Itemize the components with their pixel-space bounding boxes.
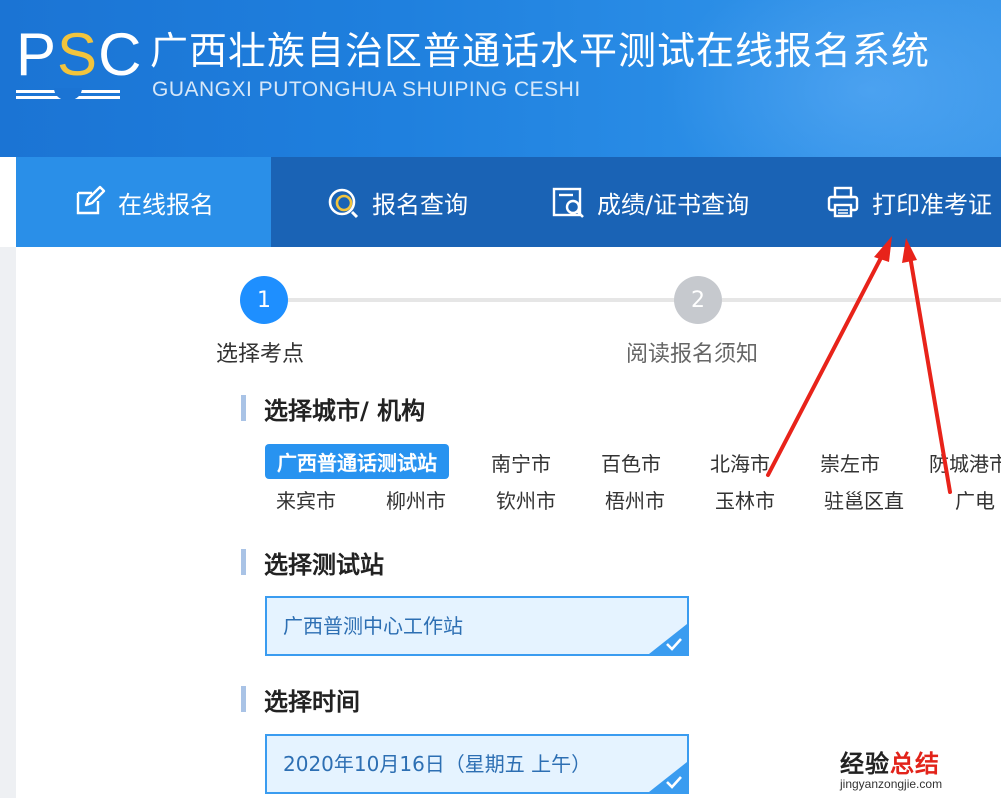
watermark-url: jingyanzongjie.com: [840, 777, 943, 791]
watermark: 经验总结 jingyanzongjie.com: [840, 744, 990, 791]
watermark-text: 经验总结: [840, 750, 940, 778]
red-arrow-icon: [766, 236, 892, 477]
annotation-arrows: [766, 236, 952, 494]
red-arrow-icon: [902, 238, 952, 494]
